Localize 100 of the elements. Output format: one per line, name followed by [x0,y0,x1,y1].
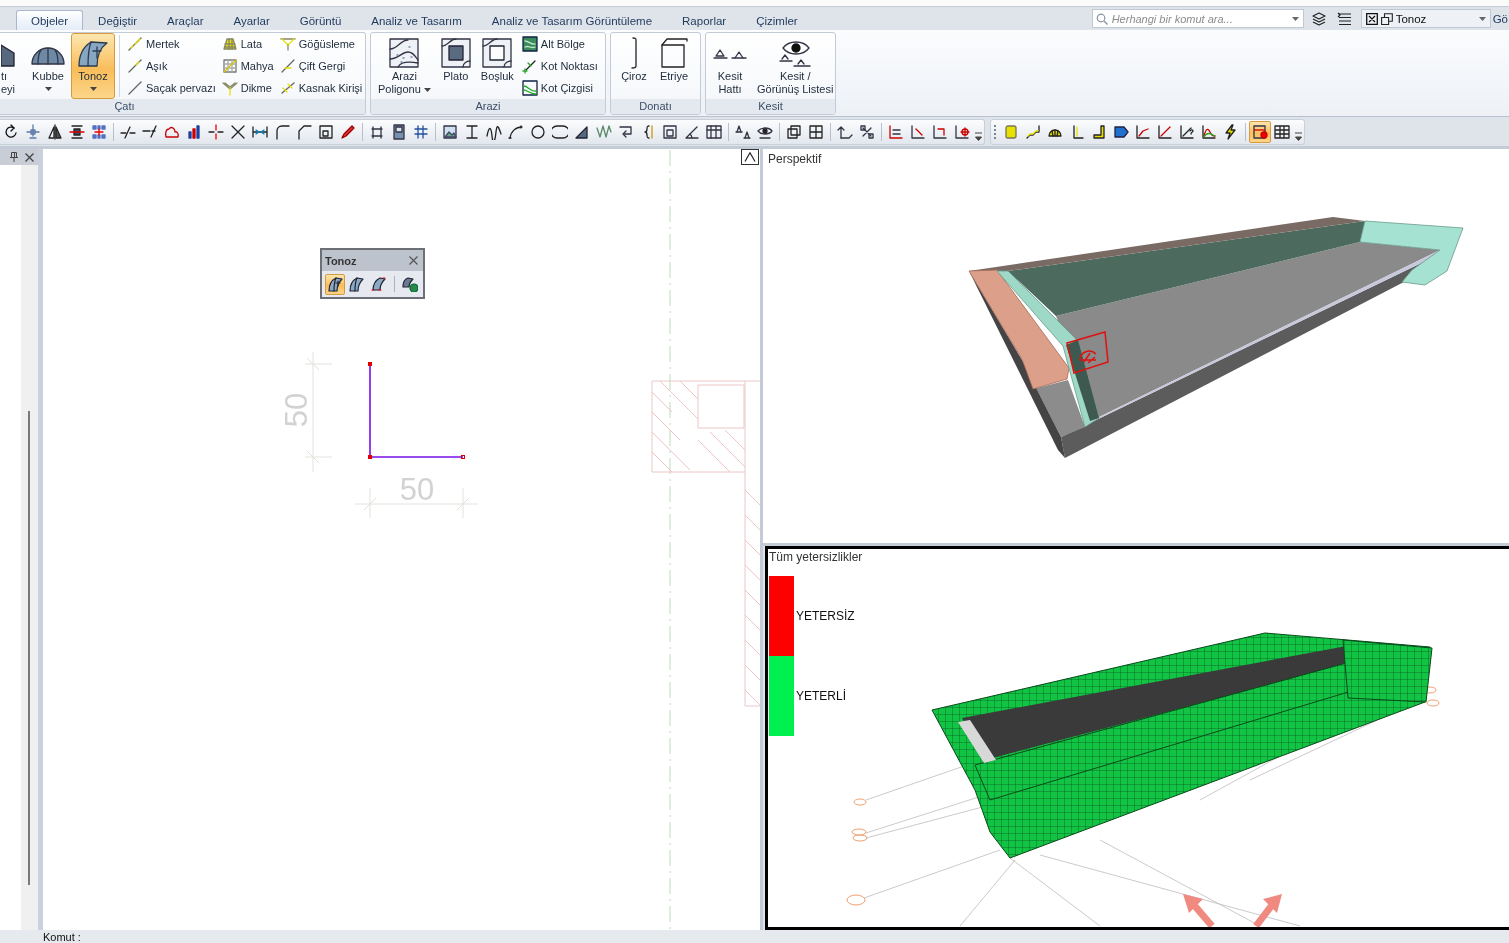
ribbon-button[interactable]: Saçak pervazı [124,77,219,99]
contour-icon [521,80,538,96]
target-icon [954,123,970,140]
corner-icon [274,123,290,140]
rotate-icon [3,123,19,140]
ribbon-button[interactable]: Kot Çizgisi [518,77,601,99]
chevron-icon [1295,131,1302,141]
panel-icon [391,123,407,140]
caret-up-icon [744,152,756,162]
ribbon-button[interactable]: Kot Noktası [518,55,601,77]
ribbon-button[interactable]: Mertek [124,33,219,55]
chevron-icon [975,131,982,141]
y-shape-icon [221,80,238,96]
vault-icon [348,276,365,292]
ribbon-button[interactable]: Göğüsleme [276,33,366,55]
four-pane-icon [808,123,824,140]
scroll-thumb[interactable] [28,411,30,885]
table-icon [706,123,722,140]
ribbon-button[interactable]: Kubbe [25,33,71,99]
window-icon [1380,12,1393,25]
arc-icon [508,123,524,140]
ribbon-button[interactable]: Plato [435,33,476,99]
diagonal-line-icon [127,58,143,74]
ribbon-button[interactable]: Kasnak Kirişi [276,77,366,99]
y-shape-icon [279,36,296,52]
return-arrow-icon [618,123,634,140]
close-icon [25,152,34,162]
wave-icon [486,123,502,140]
ribbon-button[interactable]: Alt Bölge [518,33,601,55]
diagonal-line-icon [127,80,143,96]
palette-tool-button[interactable] [325,273,345,295]
chamfer-icon [296,123,312,140]
open-box-icon [660,37,688,69]
chart-icon [1179,123,1195,140]
search-icon [1095,13,1108,25]
ribbon-button[interactable]: Etriye [654,33,694,99]
chart-icon [1157,123,1173,140]
ribbon-tab[interactable]: Objeler [16,10,84,30]
vertex-marker[interactable] [368,362,372,366]
pin-button[interactable] [7,150,20,164]
ribbon-button[interactable]: Tonoz [71,33,115,99]
command-prompt: Komut : [43,930,81,943]
pin-icon [9,152,18,162]
lines-icon [1336,10,1353,27]
ribbon-button[interactable]: Çiroz [614,33,654,99]
level-marks-icon [735,123,751,140]
stairs-icon [1025,123,1041,140]
ribbon-tab[interactable]: Değiştir [83,10,153,30]
ribbon-button[interactable]: Lata [218,33,277,55]
vault-circle-icon [402,276,419,292]
tab-label[interactable]: Gö [1492,12,1509,25]
caret-icon [1291,17,1299,21]
cross-icon [208,123,224,140]
axes-icon [910,123,926,140]
search-field[interactable]: Herhangi bir komut ara... [1091,9,1304,28]
ribbon-button[interactable]: Aşık [124,55,219,77]
ribbon-tab[interactable]: Görüntü [284,10,357,30]
ribbon-button[interactable]: tı eyi [0,33,14,99]
layers-icon [1310,10,1327,27]
wavy-square-icon [521,36,538,52]
ribbon-button[interactable]: Arazi Poligonu [373,33,436,99]
layer-combo[interactable]: Tonoz [1360,9,1491,28]
load-arrow [1253,894,1282,927]
group-label: Arazi [371,99,605,114]
nested-squares-icon [662,123,678,140]
group-label: Donatı [611,99,700,114]
ribbon-tab[interactable]: Ayarlar [218,10,285,30]
ribbon-button[interactable]: Kesit / Görünüş Listesi [752,33,839,99]
vault-icon [369,276,386,292]
ribbon-tab[interactable]: Analiz ve Tasarım Görüntüleme [476,10,668,30]
x-icon [230,123,246,140]
grid-trapezoid-icon [221,36,238,52]
ribbon-button[interactable]: Dikme [218,77,277,99]
eye-icon [778,38,813,68]
overlapping-squares-icon [786,123,802,140]
ribbon-button[interactable]: Çift Gergi [276,55,366,77]
diagonal-line-icon [279,58,296,74]
grid-icon [1274,123,1290,140]
view-toggle-button[interactable] [741,149,759,165]
ribbon-tab[interactable]: Çizimler [741,10,813,30]
close-button[interactable] [408,255,419,266]
ribbon-button[interactable]: Mahya [218,55,277,77]
ribbon-tab[interactable]: Raporlar [667,10,742,30]
ribbon-button[interactable]: Kesit Hattı [708,33,752,99]
mirror-icon [47,123,63,140]
close-button[interactable] [23,150,36,164]
legend-label: YETERSİZ [796,609,855,623]
vertex-marker[interactable] [461,455,465,459]
toolbar-toggle-button[interactable] [1249,120,1271,143]
vertex-marker[interactable] [368,455,372,459]
ribbon-button[interactable]: Boşluk [475,33,519,99]
ribbon-tab[interactable]: Analiz ve Tasarım [356,10,477,30]
nested-squares-icon [318,123,334,140]
load-arrow [1183,894,1215,927]
grip-handle[interactable] [994,123,997,140]
align-icon [69,123,85,140]
close-icon [409,256,418,265]
group-label: Kesit [706,99,835,114]
ribbon-tab[interactable]: Araçlar [152,10,219,30]
contour-map-icon [389,38,420,68]
